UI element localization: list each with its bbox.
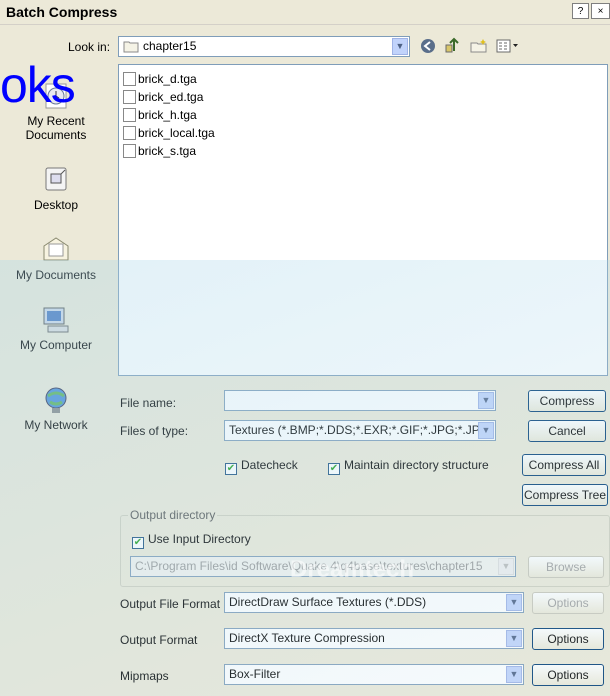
place-my-computer[interactable]: My Computer xyxy=(0,304,112,352)
output-file-format-combo[interactable]: DirectDraw Surface Textures (*.DDS) ▼ xyxy=(224,592,524,613)
place-label: My Recent xyxy=(27,114,85,128)
mipmaps-combo[interactable]: Box-Filter ▼ xyxy=(224,664,524,685)
file-type-combo[interactable]: Textures (*.BMP;*.DDS;*.EXR;*.GIF;*.JPG;… xyxy=(224,420,496,441)
place-my-recent-documents[interactable]: My Recent Documents xyxy=(0,80,112,142)
look-in-value: chapter15 xyxy=(143,39,197,53)
file-name-combo[interactable]: ▼ xyxy=(224,390,496,411)
file-name: brick_h.tga xyxy=(138,108,197,122)
maintain-structure-checkbox[interactable]: ✔ Maintain directory structure xyxy=(328,458,489,475)
place-label: My Documents xyxy=(15,268,97,282)
window-title: Batch Compress xyxy=(6,4,118,20)
mipmaps-options-button[interactable]: Options xyxy=(532,664,604,686)
help-button[interactable]: ? xyxy=(572,3,589,19)
new-folder-icon[interactable] xyxy=(470,38,488,54)
chevron-down-icon[interactable]: ▼ xyxy=(392,38,408,55)
desktop-icon xyxy=(45,167,67,191)
place-label: Desktop xyxy=(33,198,79,212)
output-format-value: DirectX Texture Compression xyxy=(229,631,385,645)
file-name: brick_local.tga xyxy=(138,126,215,140)
view-menu-icon[interactable] xyxy=(496,38,520,54)
file-type-label: Files of type: xyxy=(120,424,189,438)
tga-file-icon xyxy=(123,144,136,158)
tga-file-icon xyxy=(123,72,136,86)
output-file-format-value: DirectDraw Surface Textures (*.DDS) xyxy=(229,595,427,609)
recent-documents-icon xyxy=(45,83,67,109)
chevron-down-icon[interactable]: ▼ xyxy=(478,422,494,439)
my-network-icon xyxy=(45,387,67,413)
datecheck-label: Datecheck xyxy=(241,458,298,472)
chevron-down-icon[interactable]: ▼ xyxy=(506,594,522,611)
tga-file-icon xyxy=(123,126,136,140)
file-type-value: Textures (*.BMP;*.DDS;*.EXR;*.GIF;*.JPG;… xyxy=(229,423,480,437)
place-my-documents[interactable]: My Documents xyxy=(0,234,112,282)
compress-all-button[interactable]: Compress All xyxy=(522,454,606,476)
place-my-network[interactable]: My Network xyxy=(0,384,112,432)
file-item[interactable]: brick_h.tga xyxy=(123,107,197,123)
file-item[interactable]: brick_local.tga xyxy=(123,125,215,141)
mipmaps-label: Mipmaps xyxy=(120,669,169,683)
chevron-down-icon[interactable]: ▼ xyxy=(506,630,522,647)
maintain-structure-label: Maintain directory structure xyxy=(344,458,489,472)
file-name-label: File name: xyxy=(120,396,177,410)
place-label: My Network xyxy=(24,418,88,432)
mipmaps-value: Box-Filter xyxy=(229,667,281,681)
file-item[interactable]: brick_s.tga xyxy=(123,143,196,159)
use-input-directory-label: Use Input Directory xyxy=(148,532,251,546)
file-list[interactable]: brick_d.tga brick_ed.tga brick_h.tga bri… xyxy=(118,64,608,376)
compress-button[interactable]: Compress xyxy=(528,390,606,412)
tga-file-icon xyxy=(123,108,136,122)
place-label: Documents xyxy=(25,128,87,142)
place-label: My Computer xyxy=(19,338,93,352)
output-format-options-button[interactable]: Options xyxy=(532,628,604,650)
my-computer-icon xyxy=(43,307,69,333)
output-file-format-label: Output File Format xyxy=(120,597,221,611)
places-bar: My Recent Documents Desktop My Documents… xyxy=(0,64,112,438)
file-item[interactable]: brick_ed.tga xyxy=(123,89,203,105)
file-name: brick_d.tga xyxy=(138,72,197,86)
browse-button: Browse xyxy=(528,556,604,578)
back-icon[interactable] xyxy=(420,38,436,54)
file-name: brick_s.tga xyxy=(138,144,197,158)
file-name: brick_ed.tga xyxy=(138,90,204,104)
folder-icon xyxy=(123,41,139,53)
output-format-combo[interactable]: DirectX Texture Compression ▼ xyxy=(224,628,524,649)
output-directory-path: C:\Program Files\id Software\Quake 4\q4b… xyxy=(130,556,516,577)
my-documents-icon xyxy=(43,237,69,261)
use-input-directory-checkbox[interactable]: ✔ Use Input Directory xyxy=(132,532,251,549)
output-file-format-options-button: Options xyxy=(532,592,604,614)
up-folder-icon[interactable] xyxy=(444,37,460,54)
compress-tree-button[interactable]: Compress Tree xyxy=(522,484,608,506)
check-icon: ✔ xyxy=(225,463,237,475)
chevron-down-icon[interactable]: ▼ xyxy=(478,392,494,409)
file-item[interactable]: brick_d.tga xyxy=(123,71,197,87)
check-icon: ✔ xyxy=(132,537,144,549)
close-button[interactable]: × xyxy=(591,3,610,19)
check-icon: ✔ xyxy=(328,463,340,475)
chevron-down-icon: ▼ xyxy=(498,558,514,575)
output-path-value: C:\Program Files\id Software\Quake 4\q4b… xyxy=(135,559,483,573)
place-desktop[interactable]: Desktop xyxy=(0,164,112,212)
cancel-button[interactable]: Cancel xyxy=(528,420,606,442)
datecheck-checkbox[interactable]: ✔ Datecheck xyxy=(225,458,298,475)
look-in-combo[interactable]: chapter15 ▼ xyxy=(118,36,410,57)
tga-file-icon xyxy=(123,90,136,104)
look-in-label: Look in: xyxy=(68,40,111,54)
output-directory-legend: Output directory xyxy=(128,508,218,522)
chevron-down-icon[interactable]: ▼ xyxy=(506,666,522,683)
title-bar: Batch Compress ? × xyxy=(0,0,610,25)
output-format-label: Output Format xyxy=(120,633,198,647)
